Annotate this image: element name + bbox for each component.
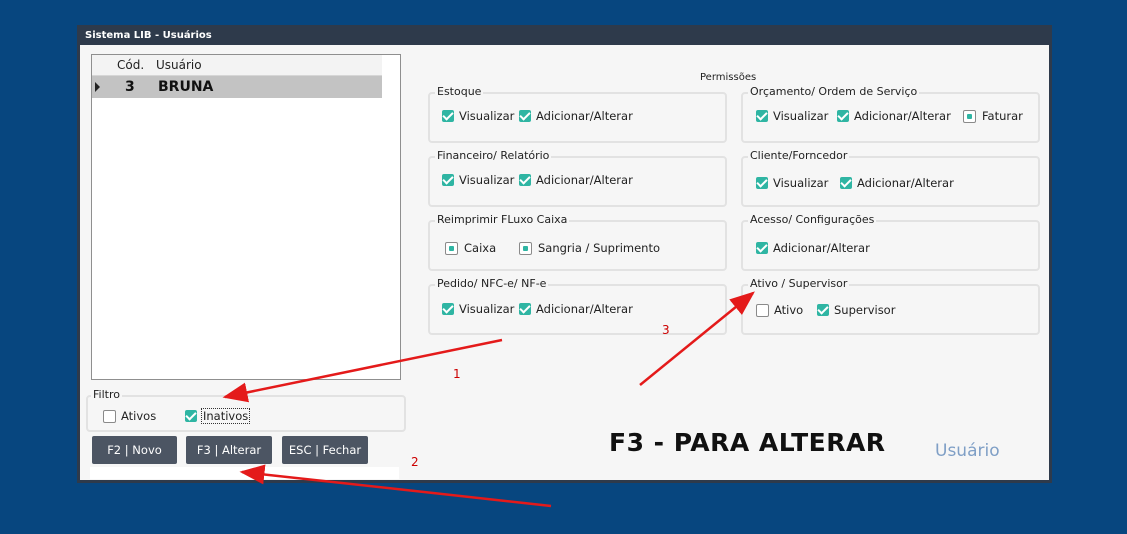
annotation-label-3: 3 [662,323,670,337]
annotation-label-1: 1 [453,367,461,381]
annotation-arrows [222,291,755,508]
arrow-2 [239,464,552,508]
arrow-3 [639,291,755,386]
annotation-label-2: 2 [411,455,419,469]
